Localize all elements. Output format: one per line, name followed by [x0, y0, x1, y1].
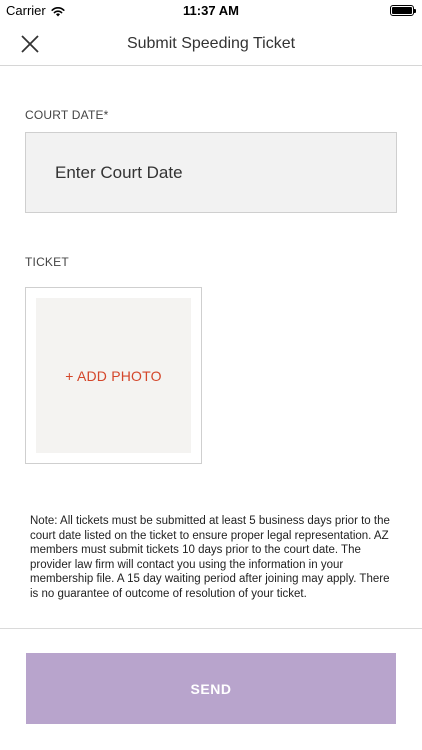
- add-photo-label: + ADD PHOTO: [65, 367, 162, 384]
- divider: [0, 628, 422, 629]
- status-bar: Carrier 11:37 AM: [0, 0, 422, 22]
- add-photo-button[interactable]: + ADD PHOTO: [36, 298, 191, 453]
- status-time: 11:37 AM: [183, 3, 239, 18]
- send-button[interactable]: SEND: [26, 653, 396, 724]
- court-date-input[interactable]: [25, 132, 397, 213]
- ticket-label: TICKET: [25, 255, 69, 269]
- battery-icon: [390, 5, 416, 16]
- navigation-bar: Submit Speeding Ticket: [0, 22, 422, 66]
- ticket-photo-frame: + ADD PHOTO: [25, 287, 202, 464]
- court-date-label: COURT DATE*: [25, 108, 109, 122]
- submission-note: Note: All tickets must be submitted at l…: [30, 515, 390, 600]
- page-title: Submit Speeding Ticket: [126, 35, 296, 52]
